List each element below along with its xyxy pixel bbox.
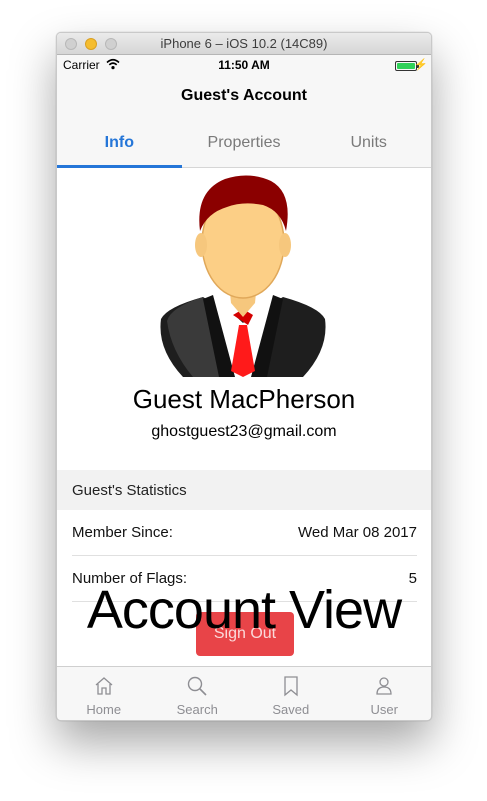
businessman-avatar-icon — [160, 175, 326, 377]
status-time: 11:50 AM — [218, 58, 270, 72]
stat-row-number-of-flags: Number of Flags: 5 — [72, 556, 417, 602]
tabbar-label: User — [370, 702, 398, 717]
tabbar-item-search[interactable]: Search — [151, 667, 245, 720]
page-title: Guest's Account — [181, 87, 307, 104]
home-icon — [95, 677, 113, 695]
tabbar-item-user[interactable]: User — [338, 667, 432, 720]
account-info-panel: Guest MacPherson ghostguest23@gmail.com … — [57, 169, 431, 666]
navigation-bar: Guest's Account — [57, 75, 431, 117]
tabbar-label: Search — [176, 702, 218, 717]
user-icon — [376, 677, 392, 695]
stat-label: Number of Flags: — [72, 570, 188, 587]
tabbar-label: Saved — [272, 702, 310, 717]
search-icon — [188, 676, 207, 696]
tab-units[interactable]: Units — [306, 117, 431, 167]
bookmark-icon — [284, 676, 298, 697]
user-name: Guest MacPherson — [132, 384, 356, 414]
window-titlebar: iPhone 6 – iOS 10.2 (14C89) — [57, 33, 431, 55]
statistics-section-header: Guest's Statistics — [57, 470, 431, 510]
bottom-tab-bar: Home Search Saved User — [57, 666, 432, 720]
statistics-header-label: Guest's Statistics — [72, 482, 187, 499]
account-tabs: Info Properties Units — [57, 117, 431, 168]
tabbar-label: Home — [86, 702, 122, 717]
status-bar: Carrier 11:50 AM ⚡ — [57, 55, 431, 75]
tabbar-item-saved[interactable]: Saved — [244, 667, 338, 720]
charging-bolt-icon: ⚡ — [414, 59, 428, 71]
simulator-window: iPhone 6 – iOS 10.2 (14C89) Carrier 11:5… — [56, 32, 432, 721]
tab-properties[interactable]: Properties — [182, 117, 307, 167]
stat-label: Member Since: — [72, 524, 173, 541]
user-email: ghostguest23@gmail.com — [151, 423, 337, 440]
stat-value: 5 — [408, 570, 417, 587]
tab-info[interactable]: Info — [57, 117, 182, 168]
tabbar-item-home[interactable]: Home — [57, 667, 151, 720]
window-title: iPhone 6 – iOS 10.2 (14C89) — [160, 36, 328, 51]
stat-row-member-since: Member Since: Wed Mar 08 2017 — [72, 510, 417, 556]
sign-out-button[interactable]: Sign Out — [196, 612, 294, 656]
stat-value: Wed Mar 08 2017 — [298, 524, 417, 541]
